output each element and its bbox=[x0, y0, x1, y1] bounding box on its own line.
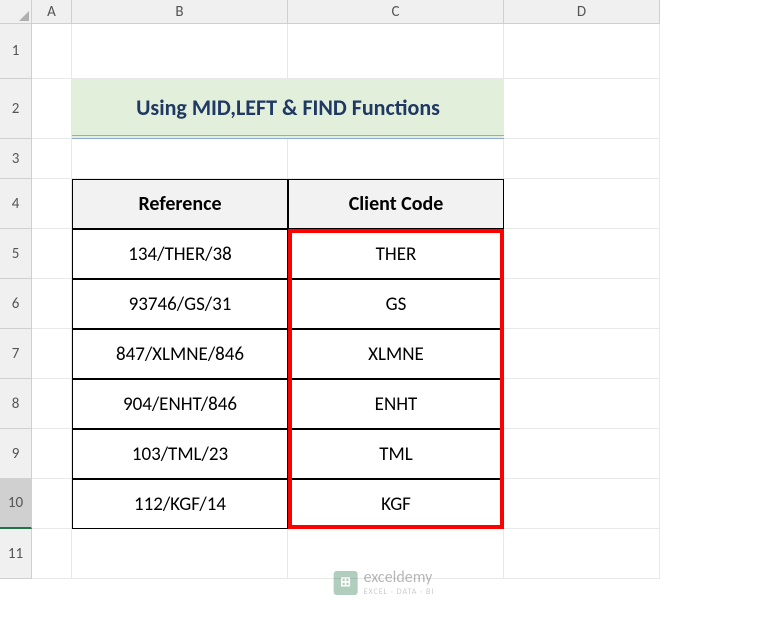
row-header-1[interactable]: 1 bbox=[0, 24, 32, 79]
cell-a3[interactable] bbox=[32, 139, 72, 179]
cell-a1[interactable] bbox=[32, 24, 72, 79]
table-header-clientcode[interactable]: Client Code bbox=[288, 179, 504, 229]
cell-a10[interactable] bbox=[32, 479, 72, 529]
table-row[interactable]: 112/KGF/14 bbox=[72, 479, 288, 529]
table-row[interactable]: 847/XLMNE/846 bbox=[72, 329, 288, 379]
cell-d1[interactable] bbox=[504, 24, 660, 79]
table-header-reference[interactable]: Reference bbox=[72, 179, 288, 229]
cell-b11[interactable] bbox=[72, 529, 288, 579]
cell-a7[interactable] bbox=[32, 329, 72, 379]
select-all-corner[interactable] bbox=[0, 0, 32, 24]
table-row[interactable]: THER bbox=[288, 229, 504, 279]
row-header-7[interactable]: 7 bbox=[0, 329, 32, 379]
row-header-2[interactable]: 2 bbox=[0, 79, 32, 139]
row-header-11[interactable]: 11 bbox=[0, 529, 32, 579]
row-header-3[interactable]: 3 bbox=[0, 139, 32, 179]
cell-d3[interactable] bbox=[504, 139, 660, 179]
cell-d5[interactable] bbox=[504, 229, 660, 279]
cell-d2[interactable] bbox=[504, 79, 660, 139]
spreadsheet-grid: A B C D 1 2 Using MID,LEFT & FIND Functi… bbox=[0, 0, 768, 579]
table-row[interactable]: KGF bbox=[288, 479, 504, 529]
table-row[interactable]: TML bbox=[288, 429, 504, 479]
row-header-5[interactable]: 5 bbox=[0, 229, 32, 279]
watermark-subtitle: EXCEL · DATA · BI bbox=[364, 587, 435, 597]
table-row[interactable]: 904/ENHT/846 bbox=[72, 379, 288, 429]
cell-b1[interactable] bbox=[72, 24, 288, 79]
col-header-d[interactable]: D bbox=[504, 0, 660, 24]
cell-c3[interactable] bbox=[288, 139, 504, 179]
cell-b3[interactable] bbox=[72, 139, 288, 179]
cell-d6[interactable] bbox=[504, 279, 660, 329]
table-row[interactable]: 103/TML/23 bbox=[72, 429, 288, 479]
cell-a5[interactable] bbox=[32, 229, 72, 279]
row-header-9[interactable]: 9 bbox=[0, 429, 32, 479]
exceldemy-icon: ⊞ bbox=[334, 571, 358, 595]
table-row[interactable]: 134/THER/38 bbox=[72, 229, 288, 279]
row-header-4[interactable]: 4 bbox=[0, 179, 32, 229]
cell-a2[interactable] bbox=[32, 79, 72, 139]
row-header-8[interactable]: 8 bbox=[0, 379, 32, 429]
cell-d7[interactable] bbox=[504, 329, 660, 379]
cell-d11[interactable] bbox=[504, 529, 660, 579]
table-row[interactable]: XLMNE bbox=[288, 329, 504, 379]
cell-d10[interactable] bbox=[504, 479, 660, 529]
col-header-b[interactable]: B bbox=[72, 0, 288, 24]
watermark-text: exceldemy EXCEL · DATA · BI bbox=[364, 568, 435, 597]
cell-a8[interactable] bbox=[32, 379, 72, 429]
table-row[interactable]: ENHT bbox=[288, 379, 504, 429]
cell-d4[interactable] bbox=[504, 179, 660, 229]
row-header-10[interactable]: 10 bbox=[0, 479, 32, 529]
col-header-a[interactable]: A bbox=[32, 0, 72, 24]
cell-a6[interactable] bbox=[32, 279, 72, 329]
table-row[interactable]: GS bbox=[288, 279, 504, 329]
cell-a9[interactable] bbox=[32, 429, 72, 479]
cell-a4[interactable] bbox=[32, 179, 72, 229]
cell-c1[interactable] bbox=[288, 24, 504, 79]
watermark: ⊞ exceldemy EXCEL · DATA · BI bbox=[334, 568, 435, 597]
page-title[interactable]: Using MID,LEFT & FIND Functions bbox=[72, 79, 504, 139]
col-header-c[interactable]: C bbox=[288, 0, 504, 24]
cell-a11[interactable] bbox=[32, 529, 72, 579]
cell-d8[interactable] bbox=[504, 379, 660, 429]
cell-d9[interactable] bbox=[504, 429, 660, 479]
table-row[interactable]: 93746/GS/31 bbox=[72, 279, 288, 329]
watermark-title: exceldemy bbox=[364, 568, 435, 587]
row-header-6[interactable]: 6 bbox=[0, 279, 32, 329]
